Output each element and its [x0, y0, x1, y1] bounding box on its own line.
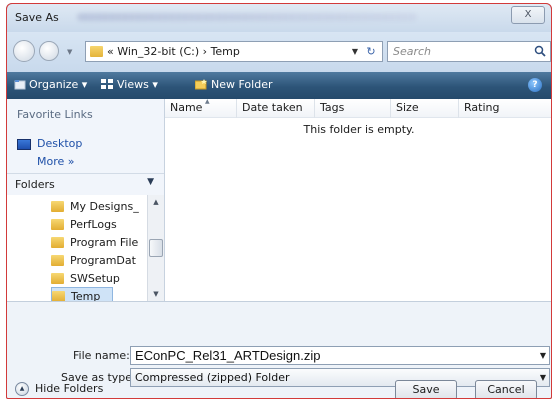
forward-button[interactable]: [39, 41, 59, 61]
search-icon[interactable]: [534, 45, 546, 57]
favorite-link-label[interactable]: Desktop: [37, 137, 82, 150]
file-name-field[interactable]: EConPC_Rel31_ARTDesign.zip ▼: [130, 346, 550, 365]
address-path[interactable]: « Win_32-bit (C:) › Temp: [107, 45, 240, 58]
refresh-icon[interactable]: ↻: [362, 43, 380, 60]
window-title: Save As: [15, 11, 59, 24]
organize-button[interactable]: Organize ▾: [29, 78, 87, 91]
address-bar[interactable]: « Win_32-bit (C:) › Temp ▼ ↻: [85, 41, 383, 62]
folder-tree: My Designs_ PerfLogs Program File Progra…: [7, 195, 164, 301]
blurred-title-area: [77, 13, 417, 21]
save-as-type-value[interactable]: Compressed (zipped) Folder: [135, 371, 289, 384]
scrollbar-thumb[interactable]: [149, 239, 163, 257]
tree-item-label[interactable]: Program File: [70, 236, 138, 249]
tree-item-label[interactable]: My Designs_: [70, 200, 139, 213]
cancel-button[interactable]: Cancel: [475, 380, 537, 398]
favorite-links-heading: Favorite Links: [17, 108, 93, 121]
back-button[interactable]: [13, 40, 35, 62]
favorite-links-more[interactable]: More »: [37, 155, 75, 168]
folder-icon: [90, 46, 103, 57]
organize-icon: [14, 80, 26, 90]
search-box[interactable]: Search: [387, 41, 551, 62]
tree-item-label[interactable]: SWSetup: [70, 272, 120, 285]
sort-ascending-icon: ▲: [205, 98, 210, 105]
tree-item-label[interactable]: ProgramDat: [70, 254, 136, 267]
chevron-up-icon[interactable]: ▲: [15, 382, 29, 396]
search-placeholder[interactable]: Search: [393, 45, 431, 58]
address-row: ▼ « Win_32-bit (C:) › Temp ▼ ↻ Search: [7, 32, 551, 72]
chevron-down-icon[interactable]: ▼: [540, 351, 546, 360]
tree-item-label[interactable]: Temp: [71, 290, 100, 301]
column-header-tags[interactable]: Tags: [315, 99, 391, 118]
views-icon: [101, 79, 113, 89]
recent-pages-chevron-icon[interactable]: ▼: [67, 48, 72, 56]
tree-item-label[interactable]: PerfLogs: [70, 218, 117, 231]
folder-icon: [51, 219, 64, 230]
column-header-rating[interactable]: Rating: [459, 99, 551, 118]
folder-icon: [51, 255, 64, 266]
command-toolbar: Organize ▾ Views ▾ New Folder ?: [7, 72, 551, 99]
column-header-name[interactable]: Name: [165, 99, 237, 118]
scroll-down-icon[interactable]: ▼: [148, 287, 164, 301]
folders-heading[interactable]: Folders: [15, 178, 55, 191]
folders-header[interactable]: Folders ▼: [7, 173, 164, 195]
folder-icon: [52, 291, 65, 301]
folder-tree-scrollbar[interactable]: ▲ ▼: [147, 195, 164, 301]
new-folder-button[interactable]: New Folder: [211, 78, 272, 91]
file-list[interactable]: Name ▲ Date taken Tags Size Rating This …: [165, 98, 551, 301]
views-button[interactable]: Views ▾: [117, 78, 158, 91]
new-folder-icon: [195, 79, 207, 90]
folder-icon: [51, 237, 64, 248]
chevron-down-icon[interactable]: ▼: [147, 177, 154, 187]
help-icon[interactable]: ?: [528, 78, 542, 92]
close-button[interactable]: X: [511, 6, 545, 24]
address-dropdown-icon[interactable]: ▼: [352, 47, 358, 56]
file-name-label: File name:: [73, 349, 130, 362]
empty-folder-message: This folder is empty.: [303, 123, 415, 136]
save-form: File name: EConPC_Rel31_ARTDesign.zip ▼ …: [7, 301, 551, 398]
folder-icon: [51, 201, 64, 212]
desktop-icon: [17, 139, 31, 150]
folder-icon: [51, 273, 64, 284]
file-name-value[interactable]: EConPC_Rel31_ARTDesign.zip: [135, 348, 320, 363]
scroll-up-icon[interactable]: ▲: [148, 195, 164, 209]
tree-item-selected[interactable]: Temp: [51, 287, 113, 301]
chevron-down-icon[interactable]: ▼: [540, 373, 546, 382]
save-as-dialog: Save As X ▼ « Win_32-bit (C:) › Temp ▼ ↻…: [6, 3, 552, 399]
title-bar: Save As X: [7, 4, 551, 32]
hide-folders-label[interactable]: Hide Folders: [35, 382, 103, 395]
save-button[interactable]: Save: [395, 380, 457, 398]
column-header-size[interactable]: Size: [391, 99, 459, 118]
navigation-pane: Favorite Links Desktop More » Folders ▼ …: [7, 99, 165, 301]
column-header-date-taken[interactable]: Date taken: [237, 99, 315, 118]
